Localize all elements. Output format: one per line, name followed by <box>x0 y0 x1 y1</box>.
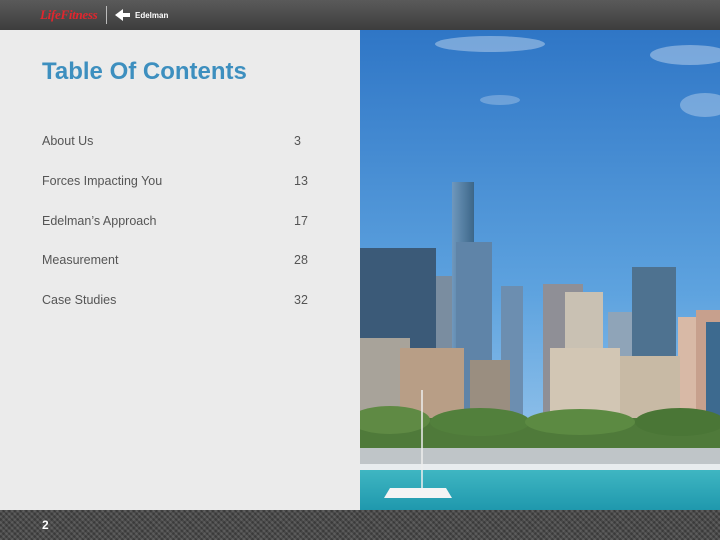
edelman-logo-text: Edelman <box>135 10 169 20</box>
table-of-contents: About Us 3 Forces Impacting You 13 Edelm… <box>42 134 312 333</box>
top-bar: LifeFitness Edelman <box>0 0 720 30</box>
life-fitness-logo: LifeFitness <box>40 7 98 22</box>
toc-item-forces[interactable]: Forces Impacting You 13 <box>42 174 312 214</box>
toc-item-label: Case Studies <box>42 293 117 307</box>
city-skyline-image <box>360 30 720 510</box>
toc-item-label: Measurement <box>42 253 119 268</box>
toc-item-label: Edelman’s Approach <box>42 213 157 228</box>
bottom-bar: 2 <box>0 510 720 540</box>
logo-divider <box>106 6 107 24</box>
toc-item-label: About Us <box>42 134 94 148</box>
toc-item-page: 28 <box>294 253 308 268</box>
toc-item-measurement[interactable]: Measurement 28 <box>42 253 312 293</box>
edelman-logo: Edelman <box>114 6 168 24</box>
toc-item-page: 3 <box>294 134 301 148</box>
toc-item-page: 13 <box>294 173 308 188</box>
page-number: 2 <box>42 518 49 532</box>
toc-item-case-studies[interactable]: Case Studies 32 <box>42 293 312 333</box>
toc-item-label: Forces Impacting You <box>42 173 163 188</box>
toc-item-about-us[interactable]: About Us 3 <box>42 134 312 174</box>
edelman-mark-icon <box>115 9 130 21</box>
toc-item-page: 32 <box>294 293 308 307</box>
page-title: Table Of Contents <box>42 58 247 85</box>
toc-item-page: 17 <box>294 213 308 228</box>
toc-item-approach[interactable]: Edelman’s Approach 17 <box>42 214 312 254</box>
